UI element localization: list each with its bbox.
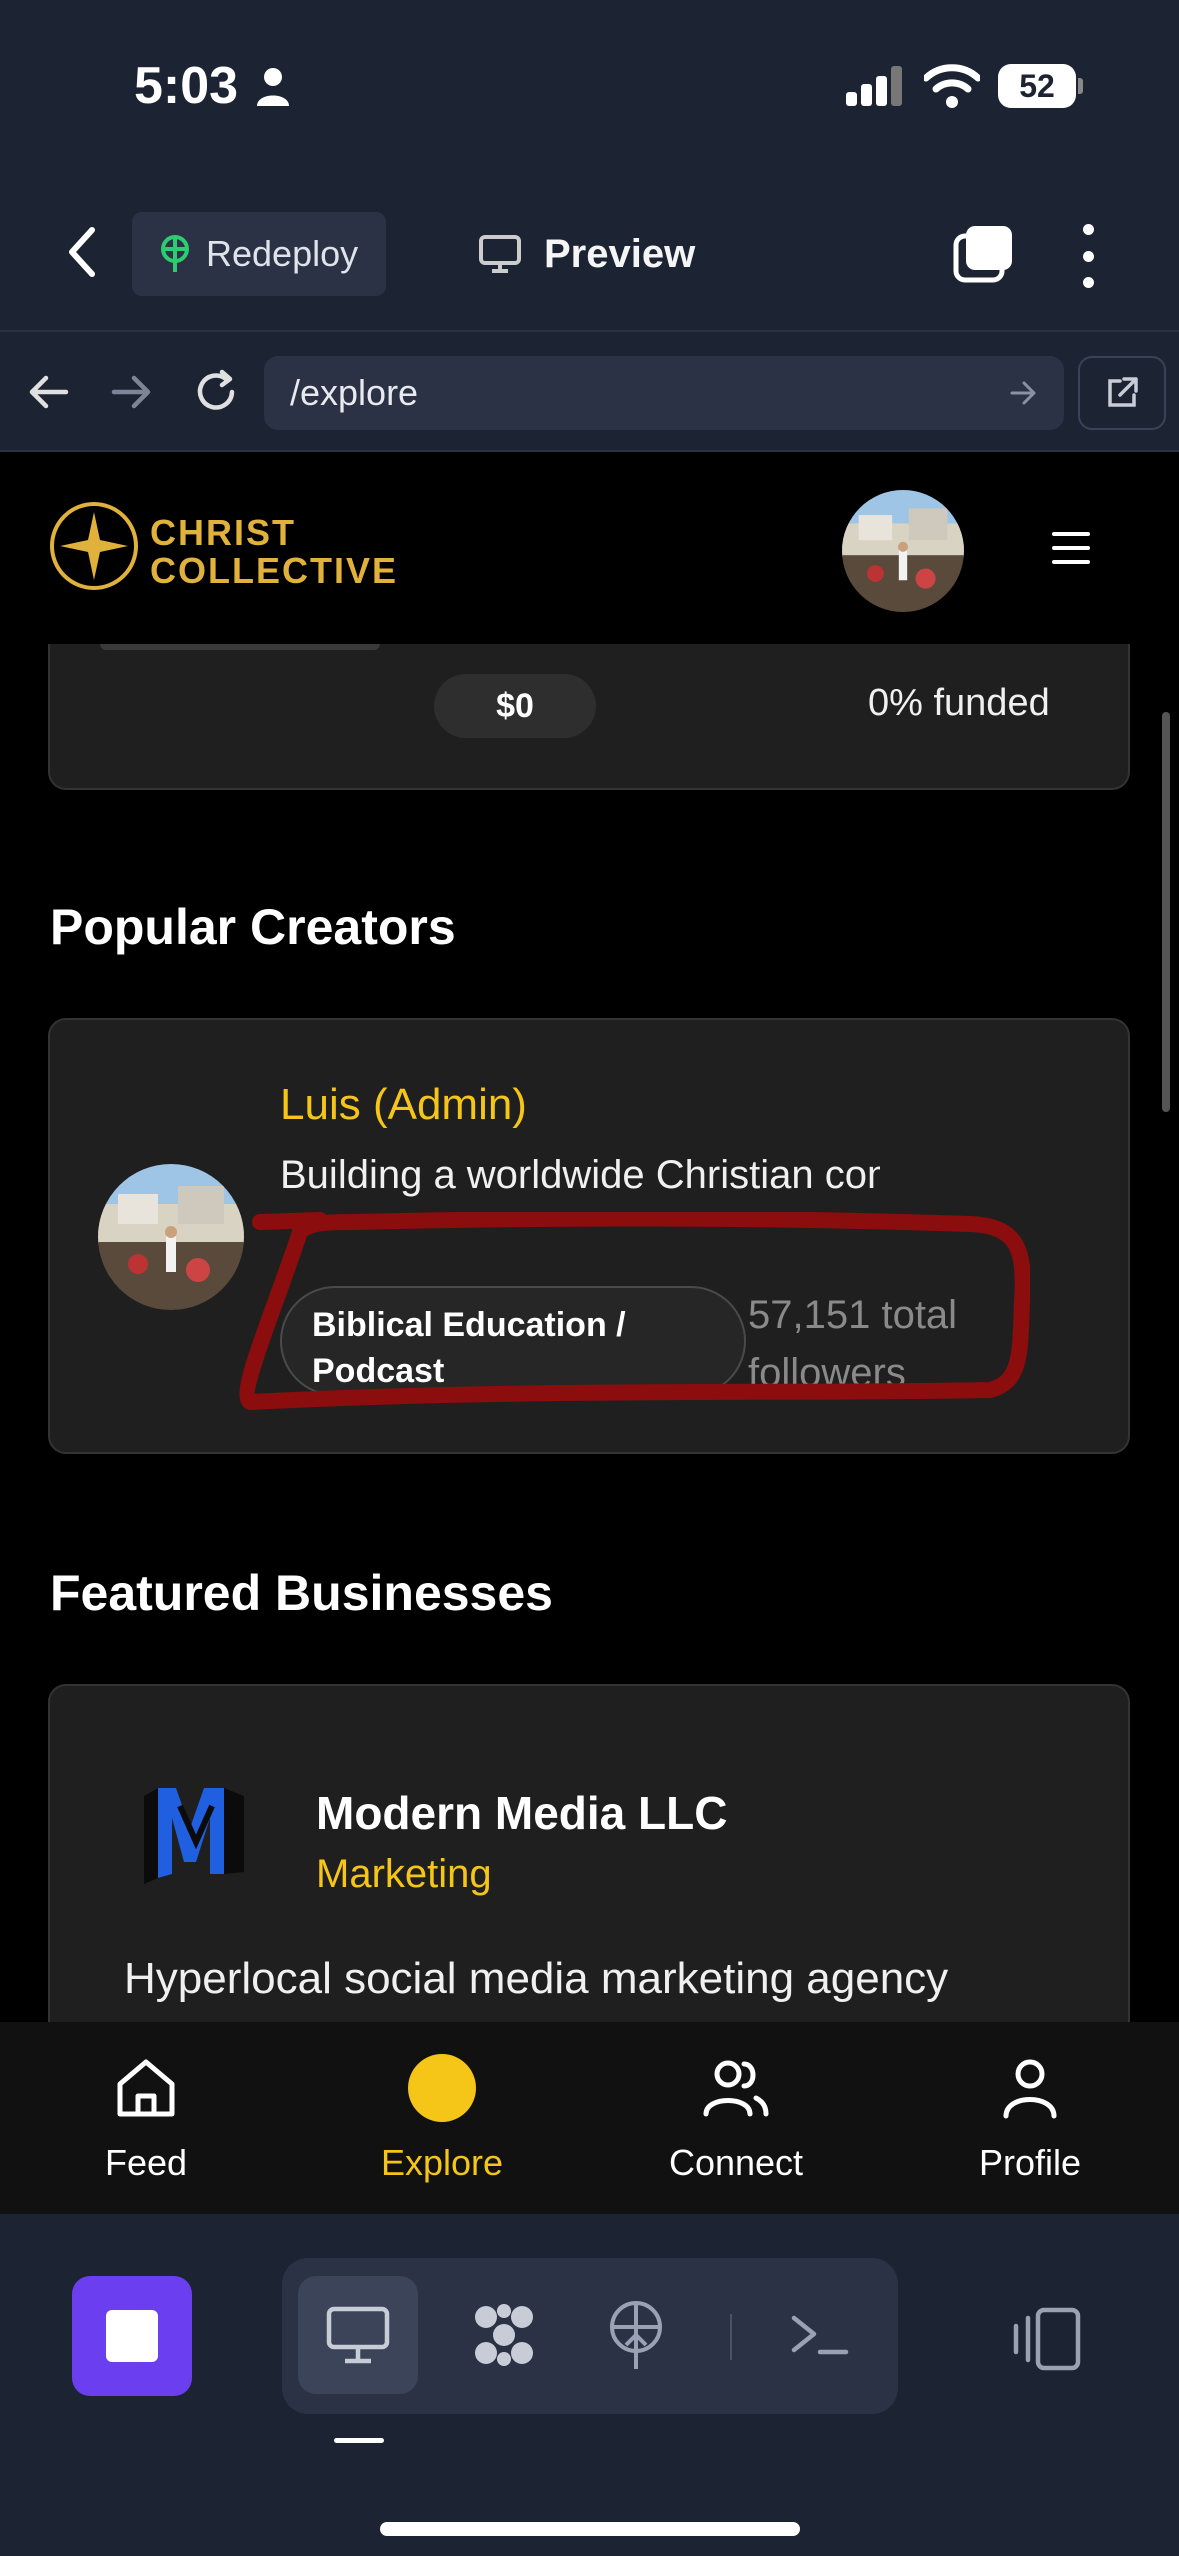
agent-tool-button[interactable] — [444, 2276, 564, 2394]
tool-separator — [730, 2314, 732, 2360]
tab-connect[interactable]: Connect — [636, 2052, 836, 2184]
site-tab-bar: Feed Explore Connect Profile — [0, 2022, 1179, 2214]
shell-tool-button[interactable] — [760, 2276, 880, 2394]
preview-tab[interactable]: Preview — [478, 224, 695, 284]
signal-icon — [846, 66, 902, 106]
browser-back-icon[interactable] — [18, 362, 78, 422]
redeploy-label: Redeploy — [206, 233, 359, 274]
explore-dot-icon — [408, 2054, 476, 2122]
home-indicator[interactable] — [380, 2522, 800, 2536]
preview-tool-button[interactable] — [298, 2276, 418, 2394]
business-name[interactable]: Modern Media LLC — [316, 1786, 727, 1840]
monitor-icon — [326, 2306, 390, 2364]
tab-connect-label: Connect — [668, 2142, 804, 2183]
hamburger-menu-icon[interactable] — [1052, 532, 1090, 564]
user-avatar[interactable] — [842, 490, 964, 612]
reload-icon[interactable] — [186, 362, 246, 422]
funding-amount-pill: $0 — [434, 674, 596, 738]
funding-amount: $0 — [496, 686, 534, 725]
page-scrollbar[interactable] — [1162, 712, 1170, 1112]
deploy-globe-icon — [610, 2301, 662, 2369]
star-logo-icon — [50, 502, 138, 590]
terminal-icon — [791, 2315, 849, 2355]
tag-line-2: Podcast — [312, 1352, 445, 1390]
site-header: CHRIST COLLECTIVE — [0, 452, 1179, 644]
wifi-icon — [924, 64, 980, 108]
popular-creators-title: Popular Creators — [50, 899, 456, 955]
creator-category-tag: Biblical Education / Podcast — [280, 1286, 746, 1396]
url-input[interactable]: /explore — [264, 356, 1064, 430]
stop-button[interactable] — [72, 2276, 192, 2396]
redeploy-button[interactable]: Redeploy — [132, 212, 386, 296]
browser-forward-icon[interactable] — [102, 362, 162, 422]
stop-icon — [106, 2310, 158, 2362]
featured-businesses-title: Featured Businesses — [50, 1565, 553, 1621]
monitor-icon — [479, 235, 521, 273]
tab-explore[interactable]: Explore — [342, 2052, 542, 2184]
external-link-icon — [1108, 377, 1138, 407]
deploy-icon — [161, 235, 189, 272]
tag-line-1: Biblical Education / — [312, 1306, 626, 1344]
replit-bottom-toolbar — [0, 2214, 1179, 2556]
status-time: 5:03 — [134, 57, 239, 115]
deploy-tool-button[interactable] — [576, 2276, 696, 2394]
followers-line-2: followers — [748, 1351, 906, 1395]
creator-bio: Building a worldwide Christian community… — [280, 1153, 880, 1197]
tab-feed-label: Feed — [104, 2142, 188, 2183]
creator-followers: 57,151 total followers — [748, 1286, 988, 1402]
creator-avatar[interactable] — [98, 1164, 244, 1310]
creator-name[interactable]: Luis (Admin) — [280, 1080, 527, 1130]
brand-line-2: COLLECTIVE — [150, 550, 399, 591]
brand-name[interactable]: CHRIST COLLECTIVE — [150, 514, 398, 590]
header-divider — [0, 330, 1179, 332]
followers-line-1: 57,151 total — [748, 1293, 958, 1337]
open-external-button[interactable] — [1078, 356, 1166, 430]
split-view-icon[interactable] — [1008, 2304, 1084, 2374]
modern-media-logo — [144, 1788, 244, 1884]
tab-profile[interactable]: Profile — [930, 2052, 1130, 2184]
back-chevron-icon[interactable] — [62, 222, 102, 282]
website-viewport: $0 0% funded Popular Creators Luis (Admi… — [0, 452, 1179, 2214]
active-tool-indicator — [334, 2438, 384, 2443]
tab-profile-label: Profile — [978, 2142, 1082, 2183]
tool-switcher — [282, 2258, 898, 2414]
battery-tip — [1078, 78, 1083, 94]
users-icon — [703, 2060, 769, 2117]
tab-explore-label: Explore — [380, 2142, 504, 2183]
agent-icon — [475, 2304, 533, 2366]
url-text: /explore — [290, 372, 419, 413]
go-arrow-icon[interactable] — [1008, 378, 1038, 408]
funded-percent: 0% funded — [868, 682, 1050, 724]
home-icon — [117, 2059, 175, 2117]
user-icon — [1003, 2059, 1057, 2119]
brand-line-1: CHRIST — [150, 512, 296, 553]
battery-level: 52 — [998, 64, 1076, 108]
funding-card-button-remnant — [100, 644, 380, 650]
replit-top-bar: 5:03 52 Redeploy Preview /explore — [0, 0, 1179, 452]
more-menu-icon[interactable] — [1076, 224, 1100, 288]
business-description: Hyperlocal social media marketing agency — [124, 1954, 949, 2003]
preview-label: Preview — [544, 231, 696, 276]
tab-feed[interactable]: Feed — [46, 2052, 246, 2184]
business-category: Marketing — [316, 1852, 492, 1896]
person-icon — [257, 68, 289, 106]
tabs-switcher-icon[interactable] — [952, 224, 1014, 284]
